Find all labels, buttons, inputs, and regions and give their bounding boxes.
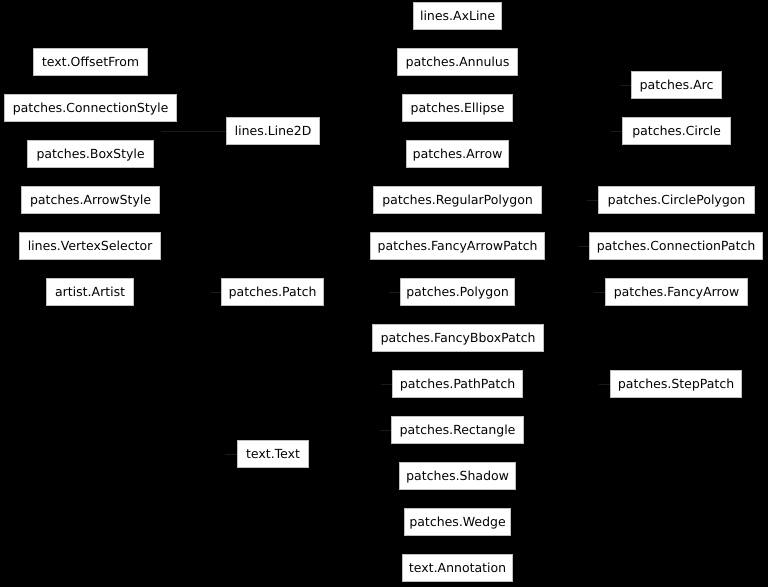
class-node-label: patches.Shadow <box>406 467 509 483</box>
class-node-label: patches.CirclePolygon <box>607 191 746 207</box>
class-node-patches-boxstyle[interactable]: patches.BoxStyle <box>27 140 154 168</box>
class-node-label: patches.Rectangle <box>399 421 516 437</box>
class-node-label: text.Annotation <box>408 559 507 575</box>
class-node-patches-annulus[interactable]: patches.Annulus <box>397 48 518 76</box>
class-node-label: lines.AxLine <box>419 7 496 23</box>
class-node-patches-fancyarrowpatch[interactable]: patches.FancyArrowPatch <box>370 232 545 260</box>
class-node-patches-circlepolygon[interactable]: patches.CirclePolygon <box>598 186 755 214</box>
class-node-artist-artist[interactable]: artist.Artist <box>46 278 134 306</box>
class-node-label: lines.VertexSelector <box>27 237 153 253</box>
class-node-label: patches.Wedge <box>409 513 506 529</box>
class-node-label: patches.Annulus <box>405 53 510 69</box>
class-node-patches-rectangle[interactable]: patches.Rectangle <box>391 416 524 444</box>
class-node-label: patches.ConnectionStyle <box>12 99 169 115</box>
class-node-lines-axline[interactable]: lines.AxLine <box>413 2 502 30</box>
class-node-patches-wedge[interactable]: patches.Wedge <box>404 508 511 536</box>
class-node-patches-fancyarrow[interactable]: patches.FancyArrow <box>605 278 748 306</box>
class-node-label: patches.StepPatch <box>617 375 735 391</box>
class-node-patches-arrow[interactable]: patches.Arrow <box>406 140 509 168</box>
class-node-label: patches.Arc <box>639 76 714 92</box>
class-node-label: patches.Ellipse <box>410 99 505 115</box>
class-node-label: patches.RegularPolygon <box>382 191 533 207</box>
class-node-label: patches.Circle <box>632 122 721 138</box>
class-node-label: text.Text <box>246 445 300 461</box>
class-node-lines-vertexselector[interactable]: lines.VertexSelector <box>19 232 161 260</box>
class-node-patches-connectionpatch[interactable]: patches.ConnectionPatch <box>589 232 763 260</box>
class-node-label: patches.FancyBboxPatch <box>380 329 536 345</box>
class-node-label: lines.Line2D <box>234 122 312 138</box>
class-node-label: patches.Patch <box>228 283 317 299</box>
class-node-patches-connectionstyle[interactable]: patches.ConnectionStyle <box>4 94 177 122</box>
class-node-label: artist.Artist <box>54 283 126 299</box>
class-node-label: patches.Arrow <box>412 145 503 161</box>
class-node-label: patches.BoxStyle <box>36 145 145 161</box>
class-node-text-text[interactable]: text.Text <box>237 440 309 468</box>
class-node-patches-steppatch[interactable]: patches.StepPatch <box>610 370 742 398</box>
inheritance-edge <box>161 131 227 132</box>
class-node-patches-ellipse[interactable]: patches.Ellipse <box>402 94 513 122</box>
class-node-lines-line2d[interactable]: lines.Line2D <box>226 117 320 145</box>
class-node-label: text.OffsetFrom <box>41 53 140 69</box>
class-node-patches-polygon[interactable]: patches.Polygon <box>400 278 515 306</box>
class-node-patches-shadow[interactable]: patches.Shadow <box>399 462 516 490</box>
inheritance-diagram: text.OffsetFrom patches.ConnectionStyle pa… <box>0 0 768 587</box>
class-node-label: patches.PathPatch <box>399 375 516 391</box>
class-node-patches-fancybboxpatch[interactable]: patches.FancyBboxPatch <box>372 324 544 352</box>
class-node-patches-circle[interactable]: patches.Circle <box>622 117 731 145</box>
class-node-patches-pathpatch[interactable]: patches.PathPatch <box>392 370 523 398</box>
class-node-label: patches.ConnectionPatch <box>596 237 756 253</box>
class-node-patches-arrowstyle[interactable]: patches.ArrowStyle <box>21 186 160 214</box>
class-node-label: patches.FancyArrowPatch <box>377 237 538 253</box>
class-node-text-offsetfrom[interactable]: text.OffsetFrom <box>33 48 148 76</box>
class-node-label: patches.ArrowStyle <box>29 191 152 207</box>
class-node-patches-regularpolygon[interactable]: patches.RegularPolygon <box>373 186 542 214</box>
class-node-text-annotation[interactable]: text.Annotation <box>402 554 513 582</box>
class-node-label: patches.Polygon <box>406 283 509 299</box>
class-node-patches-patch[interactable]: patches.Patch <box>221 278 324 306</box>
class-node-label: patches.FancyArrow <box>613 283 740 299</box>
class-node-patches-arc[interactable]: patches.Arc <box>631 71 722 99</box>
